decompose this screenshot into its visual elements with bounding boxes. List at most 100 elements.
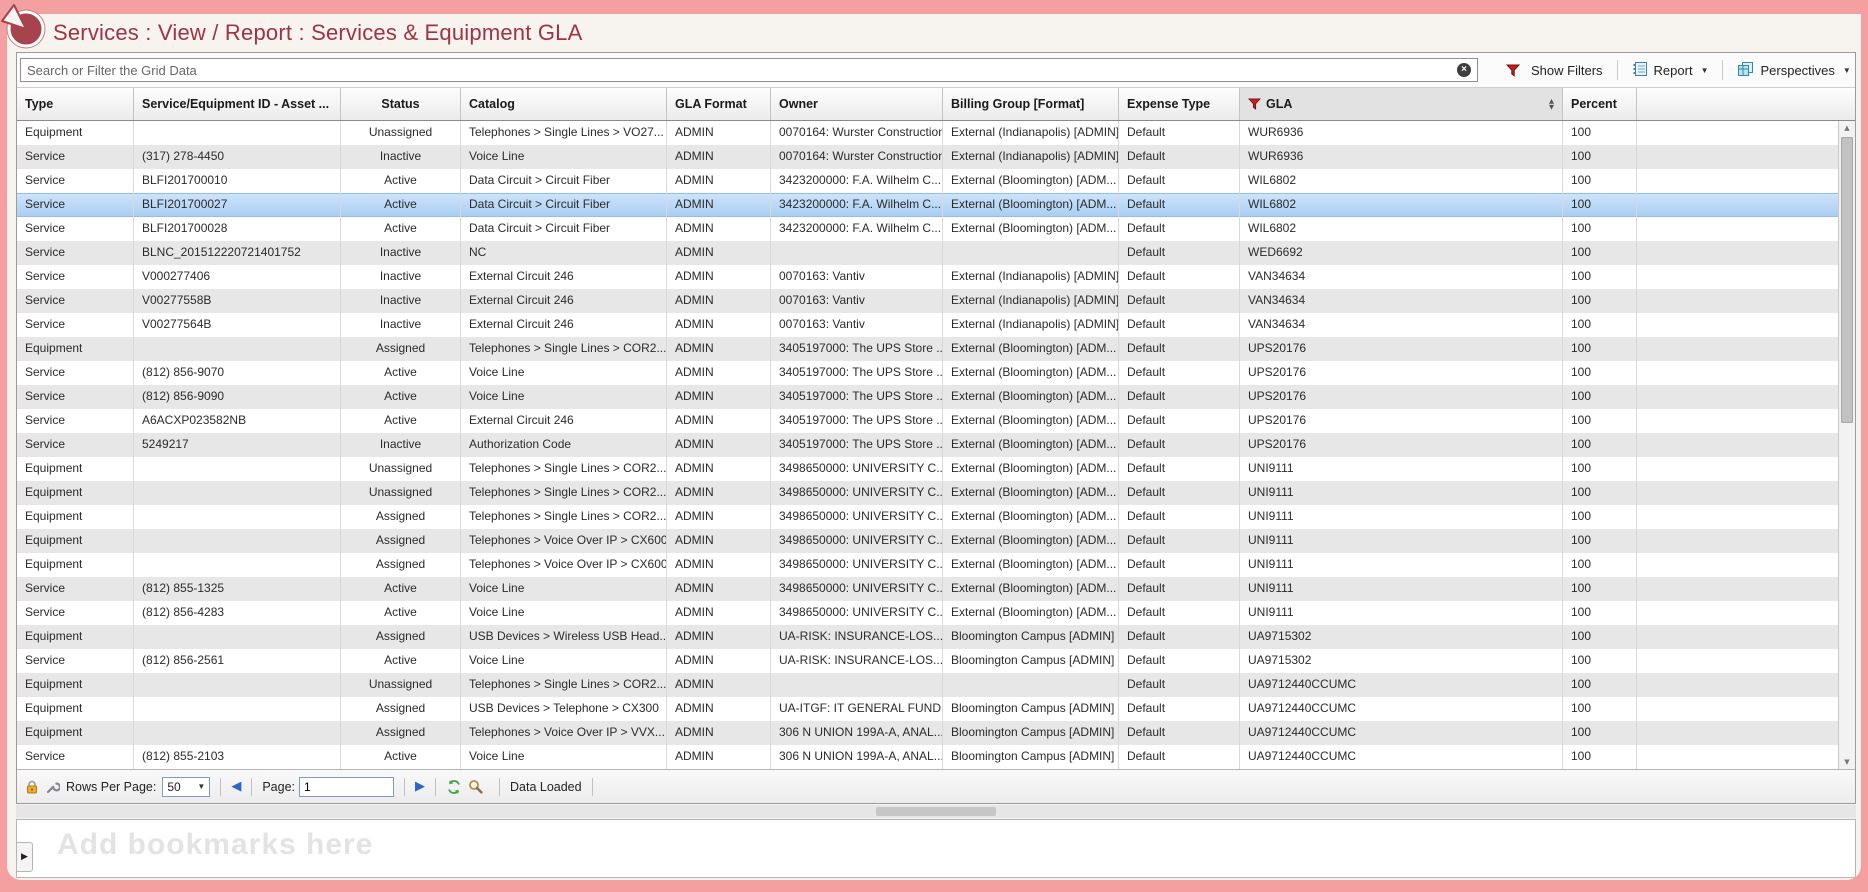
prev-page-button[interactable]: ◀ bbox=[231, 779, 241, 794]
cell-percent: 100 bbox=[1563, 745, 1637, 769]
cell-catalog: Telephones > Voice Over IP > CX600 bbox=[461, 553, 667, 577]
cell-type: Service bbox=[17, 409, 134, 433]
cell-id bbox=[134, 625, 341, 649]
cell-filler bbox=[1637, 313, 1838, 337]
sort-icon[interactable]: ▲▼ bbox=[1549, 98, 1554, 110]
column-header-owner[interactable]: Owner bbox=[771, 88, 943, 120]
table-row[interactable]: EquipmentAssignedTelephones > Voice Over… bbox=[17, 529, 1838, 553]
table-row[interactable]: Service(812) 856-9090ActiveVoice LineADM… bbox=[17, 385, 1838, 409]
table-row[interactable]: EquipmentUnassignedTelephones > Single L… bbox=[17, 673, 1838, 697]
cell-percent: 100 bbox=[1563, 697, 1637, 721]
page-input[interactable] bbox=[299, 777, 394, 797]
table-row[interactable]: ServiceV00277558BInactiveExternal Circui… bbox=[17, 289, 1838, 313]
cell-status: Unassigned bbox=[341, 457, 461, 481]
bookmarks-expand-icon[interactable]: ▶ bbox=[17, 842, 33, 872]
column-header-type[interactable]: Type bbox=[17, 88, 134, 120]
table-row[interactable]: EquipmentUnassignedTelephones > Single L… bbox=[17, 457, 1838, 481]
table-row[interactable]: EquipmentAssignedUSB Devices > Wireless … bbox=[17, 625, 1838, 649]
table-row[interactable]: EquipmentAssignedTelephones > Single Lin… bbox=[17, 505, 1838, 529]
cell-owner: 0070163: Vantiv bbox=[771, 265, 943, 289]
cell-billing_group: External (Bloomington) [ADM... bbox=[943, 577, 1119, 601]
cell-status: Active bbox=[341, 217, 461, 241]
cell-catalog: Voice Line bbox=[461, 145, 667, 169]
next-page-button[interactable]: ▶ bbox=[415, 779, 425, 794]
table-row[interactable]: ServiceBLFI201700028ActiveData Circuit >… bbox=[17, 217, 1838, 241]
cell-expense_type: Default bbox=[1119, 289, 1240, 313]
table-row[interactable]: ServiceBLFI201700010ActiveData Circuit >… bbox=[17, 169, 1838, 193]
cell-type: Equipment bbox=[17, 721, 134, 745]
column-header-gla[interactable]: GLA▲▼ bbox=[1240, 88, 1563, 120]
cell-type: Service bbox=[17, 313, 134, 337]
column-header-catalog[interactable]: Catalog bbox=[461, 88, 667, 120]
cell-gla: UNI9111 bbox=[1240, 457, 1563, 481]
cell-type: Service bbox=[17, 601, 134, 625]
vertical-scroll-thumb[interactable] bbox=[1841, 137, 1853, 423]
cell-gla_format: ADMIN bbox=[667, 577, 771, 601]
cell-billing_group: Bloomington Campus [ADMIN] bbox=[943, 625, 1119, 649]
magnifier-icon[interactable] bbox=[468, 779, 483, 794]
cell-gla: UA9712440CCUMC bbox=[1240, 697, 1563, 721]
table-row[interactable]: Service(812) 855-2103ActiveVoice LineADM… bbox=[17, 745, 1838, 769]
cell-owner: 0070164: Wurster Construction bbox=[771, 145, 943, 169]
column-header-expense_type[interactable]: Expense Type bbox=[1119, 88, 1240, 120]
table-row[interactable]: ServiceBLFI201700027ActiveData Circuit >… bbox=[17, 193, 1838, 217]
cell-type: Equipment bbox=[17, 529, 134, 553]
table-row[interactable]: ServiceA6ACXP023582NBActiveExternal Circ… bbox=[17, 409, 1838, 433]
cell-type: Equipment bbox=[17, 673, 134, 697]
lock-icon[interactable] bbox=[25, 780, 39, 794]
table-row[interactable]: EquipmentAssignedTelephones > Voice Over… bbox=[17, 553, 1838, 577]
cell-id: BLNC_201512220721401752 bbox=[134, 241, 341, 265]
cell-filler bbox=[1637, 697, 1838, 721]
cell-status: Active bbox=[341, 193, 461, 217]
column-header-label: Service/Equipment ID - Asset ... bbox=[142, 97, 329, 111]
refresh-icon[interactable] bbox=[446, 779, 462, 795]
table-row[interactable]: EquipmentUnassignedTelephones > Single L… bbox=[17, 121, 1838, 145]
table-row[interactable]: ServiceV00277564BInactiveExternal Circui… bbox=[17, 313, 1838, 337]
table-row[interactable]: ServiceBLNC_201512220721401752InactiveNC… bbox=[17, 241, 1838, 265]
cell-gla_format: ADMIN bbox=[667, 385, 771, 409]
table-row[interactable]: Service(812) 856-2561ActiveVoice LineADM… bbox=[17, 649, 1838, 673]
table-row[interactable]: Service(812) 855-1325ActiveVoice LineADM… bbox=[17, 577, 1838, 601]
show-filters-button[interactable]: Show Filters bbox=[1506, 63, 1603, 78]
bookmarks-panel[interactable]: ▶ Add bookmarks here bbox=[16, 819, 1856, 878]
table-row[interactable]: Service(812) 856-4283ActiveVoice LineADM… bbox=[17, 601, 1838, 625]
cell-gla: UNI9111 bbox=[1240, 601, 1563, 625]
panel-splitter[interactable] bbox=[16, 805, 1856, 818]
table-row[interactable]: Service(317) 278-4450InactiveVoice LineA… bbox=[17, 145, 1838, 169]
splitter-handle[interactable] bbox=[876, 807, 996, 816]
cell-status: Active bbox=[341, 601, 461, 625]
table-row[interactable]: Service5249217InactiveAuthorization Code… bbox=[17, 433, 1838, 457]
table-row[interactable]: ServiceV000277406InactiveExternal Circui… bbox=[17, 265, 1838, 289]
cell-gla_format: ADMIN bbox=[667, 457, 771, 481]
report-button[interactable]: Report ▼ bbox=[1632, 61, 1709, 80]
table-row[interactable]: EquipmentUnassignedTelephones > Single L… bbox=[17, 481, 1838, 505]
cell-id: (812) 856-9090 bbox=[134, 385, 341, 409]
column-header-id[interactable]: Service/Equipment ID - Asset ... bbox=[134, 88, 341, 120]
cell-expense_type: Default bbox=[1119, 241, 1240, 265]
cell-gla_format: ADMIN bbox=[667, 241, 771, 265]
column-header-percent[interactable]: Percent bbox=[1563, 88, 1637, 120]
table-row[interactable]: EquipmentAssignedTelephones > Single Lin… bbox=[17, 337, 1838, 361]
column-header-gla_format[interactable]: GLA Format bbox=[667, 88, 771, 120]
scroll-up-icon[interactable]: ▲ bbox=[1839, 121, 1855, 135]
cell-type: Equipment bbox=[17, 457, 134, 481]
cell-billing_group bbox=[943, 241, 1119, 265]
cell-status: Assigned bbox=[341, 721, 461, 745]
cell-percent: 100 bbox=[1563, 649, 1637, 673]
search-input[interactable] bbox=[20, 58, 1478, 82]
wrench-icon[interactable] bbox=[45, 779, 60, 794]
rows-per-page-select[interactable]: 50 ▼ bbox=[162, 777, 210, 797]
table-row[interactable]: Service(812) 856-9070ActiveVoice LineADM… bbox=[17, 361, 1838, 385]
column-header-status[interactable]: Status bbox=[341, 88, 461, 120]
table-row[interactable]: EquipmentAssignedTelephones > Voice Over… bbox=[17, 721, 1838, 745]
column-header-billing_group[interactable]: Billing Group [Format] bbox=[943, 88, 1119, 120]
cell-type: Equipment bbox=[17, 625, 134, 649]
cell-catalog: Authorization Code bbox=[461, 433, 667, 457]
cell-gla_format: ADMIN bbox=[667, 649, 771, 673]
table-row[interactable]: EquipmentAssignedUSB Devices > Telephone… bbox=[17, 697, 1838, 721]
cell-expense_type: Default bbox=[1119, 217, 1240, 241]
clear-search-icon[interactable]: × bbox=[1457, 63, 1471, 77]
vertical-scrollbar[interactable]: ▲ ▼ bbox=[1838, 121, 1855, 769]
scroll-down-icon[interactable]: ▼ bbox=[1839, 755, 1855, 769]
perspectives-button[interactable]: Perspectives ▼ bbox=[1737, 61, 1850, 80]
